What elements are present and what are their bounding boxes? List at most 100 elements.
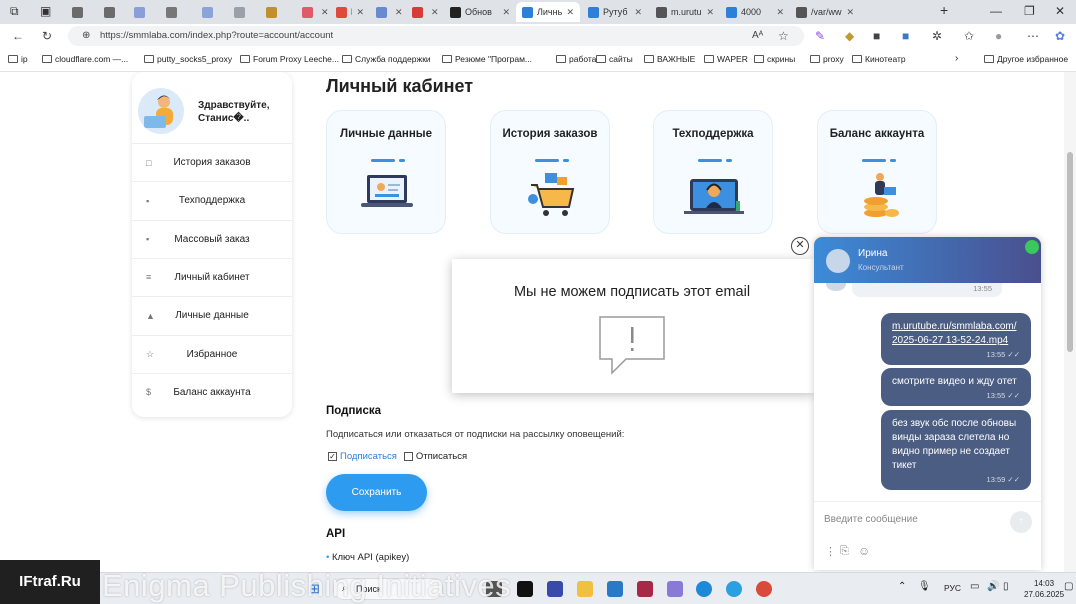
browser-tab[interactable] [66, 2, 96, 22]
unsubscribe-checkbox[interactable] [403, 452, 413, 461]
bookmark-item[interactable]: работа [556, 54, 596, 64]
browser-tab[interactable] [98, 2, 128, 22]
tiktok-icon[interactable] [517, 581, 533, 597]
edge-icon[interactable] [696, 581, 712, 597]
bookmark-item[interactable]: ip [8, 54, 28, 64]
new-tab-button[interactable]: + [940, 2, 948, 18]
tab-close-icon[interactable]: ✕ [356, 7, 364, 18]
outlook-icon[interactable] [607, 581, 623, 597]
bookmark-item[interactable]: скрины [754, 54, 795, 64]
message-input[interactable]: Введите сообщение [824, 514, 918, 525]
battery-icon[interactable]: ▯ [1003, 581, 1009, 592]
bookmark-item[interactable]: putty_socks5_proxy [144, 54, 232, 64]
browser-tab[interactable]: Обнов ✕ [444, 2, 516, 22]
page-scrollbar[interactable] [1064, 72, 1076, 572]
browser-tab[interactable] [260, 2, 294, 22]
bookmark-item[interactable]: WAPER [704, 54, 748, 64]
card-support[interactable]: Техподдержка [653, 110, 773, 234]
clock[interactable]: 14:03 27.06.2025 [1024, 578, 1064, 600]
copilot-icon[interactable]: ✿ [1055, 29, 1065, 43]
chat-close-button[interactable]: ✕ [791, 237, 809, 255]
sidebar-item[interactable]: ≡ Личный кабинет [132, 257, 292, 296]
bookmark-item[interactable]: Forum Proxy Leeche... [240, 54, 339, 64]
app2-icon[interactable] [637, 581, 653, 597]
browser-tab[interactable]: m.urutu ✕ [650, 2, 720, 22]
tab-close-icon[interactable]: ✕ [706, 7, 714, 18]
subscribe-checkbox[interactable]: ✓ [328, 452, 337, 461]
browser-tab[interactable]: /var/ww ✕ [790, 2, 860, 22]
sidebar-item[interactable]: ▪ Техподдержка [132, 181, 292, 219]
bookmark-item[interactable]: ВАЖНЫЕ [644, 54, 695, 64]
message-link[interactable]: m.urutube.ru/smmlaba.com/ 2025-06-27 13-… [892, 320, 1020, 348]
tab-close-icon[interactable]: ✕ [776, 7, 784, 18]
url-field[interactable]: https://smmlaba.com/index.php?route=acco… [68, 26, 804, 46]
close-window-button[interactable]: ✕ [1055, 4, 1065, 18]
sidebar-item[interactable]: □ История заказов [132, 143, 292, 181]
extension-pen-icon[interactable]: ✎ [815, 29, 825, 43]
emoji-icon[interactable]: ☺ [858, 544, 870, 558]
profile-avatar-icon[interactable]: ● [995, 29, 1002, 43]
back-icon[interactable]: ← [12, 29, 24, 43]
card-balance[interactable]: Баланс аккаунта [817, 110, 937, 234]
bookmarks-overflow-icon[interactable]: › [955, 53, 958, 64]
file-explorer-icon[interactable] [577, 581, 593, 597]
site-info-icon[interactable]: ⊕ [82, 30, 90, 41]
tab-actions-icon[interactable]: ▣ [40, 4, 51, 18]
app3-icon[interactable] [667, 581, 683, 597]
bookmark-item[interactable]: cloudflare.com —... [42, 54, 128, 64]
minimize-button[interactable]: — [990, 4, 1002, 18]
subscribe-label[interactable]: Подписаться [340, 451, 397, 462]
mic-icon[interactable]: 🎙 [918, 581, 931, 592]
tab-close-icon[interactable]: ✕ [395, 7, 403, 18]
workspaces-icon[interactable]: ⧉ [10, 4, 19, 19]
send-button[interactable]: ↑ [1010, 511, 1032, 533]
read-aloud-icon[interactable]: Aᴬ [752, 30, 763, 41]
reload-icon[interactable]: ↻ [42, 29, 52, 43]
app4-icon[interactable] [756, 581, 772, 597]
tab-close-icon[interactable]: ✕ [634, 7, 642, 18]
card-order-history[interactable]: История заказов [490, 110, 610, 234]
language-indicator[interactable]: РУС [944, 583, 961, 593]
browser-tab[interactable]: LIVEsurf✕ [370, 2, 406, 22]
app-icon[interactable] [547, 581, 563, 597]
tab-close-icon[interactable]: ✕ [566, 7, 574, 18]
sidebar-item[interactable]: $ Баланс аккаунта [132, 372, 292, 411]
bookmark-item[interactable]: сайты [596, 54, 633, 64]
more-options-icon[interactable]: ⋮ [825, 545, 836, 558]
browser-tab[interactable]: 4000 ✕ [720, 2, 790, 22]
save-button[interactable]: Сохранить [326, 474, 427, 511]
volume-icon[interactable]: 🔊 [987, 581, 999, 592]
extension-shield-icon[interactable]: ◆ [845, 29, 854, 43]
browser-tab[interactable]: Рутуб — ✕ [582, 2, 648, 22]
browser-tab[interactable]: Личны ✕ [516, 2, 580, 22]
extension-word-icon[interactable]: ■ [902, 29, 909, 43]
sidebar-item[interactable]: ▲ Личные данные [132, 296, 292, 334]
browser-tab[interactable] [128, 2, 158, 22]
scrollbar-thumb[interactable] [1067, 152, 1073, 352]
sidebar-item[interactable]: ▪ Массовый заказ [132, 219, 292, 258]
favorites-icon[interactable]: ✩ [964, 29, 974, 43]
bookmark-item[interactable]: Кинотеатр [852, 54, 906, 64]
favorite-star-icon[interactable]: ☆ [778, 29, 789, 43]
notifications-icon[interactable]: ▢ [1064, 581, 1073, 592]
extension-k-icon[interactable]: ■ [873, 29, 880, 43]
tray-chevron-icon[interactable]: ⌃ [898, 581, 906, 592]
chat-messages[interactable]: 13:55 m.urutube.ru/smmlaba.com/ 2025-06-… [814, 283, 1041, 501]
tab-close-icon[interactable]: ✕ [502, 7, 510, 18]
browser-tab[interactable] [228, 2, 258, 22]
tab-close-icon[interactable]: ✕ [431, 7, 439, 18]
settings-more-icon[interactable]: ⋯ [1027, 29, 1039, 43]
browser-tab[interactable]: HiLink✕ [296, 2, 330, 22]
telegram-icon[interactable] [726, 581, 742, 597]
bookmark-other[interactable]: Другое избранное [984, 54, 1068, 64]
bookmark-item[interactable]: Резюме "Програм... [442, 54, 532, 64]
network-icon[interactable]: ▭ [970, 581, 979, 592]
unsubscribe-label[interactable]: Отписаться [416, 451, 467, 462]
browser-tab[interactable] [196, 2, 226, 22]
browser-tab[interactable] [160, 2, 194, 22]
sidebar-item[interactable]: ☆ Избранное [132, 334, 292, 373]
browser-tab[interactable]: liveresu ✕ [330, 2, 370, 22]
extensions-puzzle-icon[interactable]: ✲ [932, 29, 942, 43]
tab-close-icon[interactable]: ✕ [321, 7, 329, 18]
browser-tab[interactable]: Студия✕ [406, 2, 444, 22]
